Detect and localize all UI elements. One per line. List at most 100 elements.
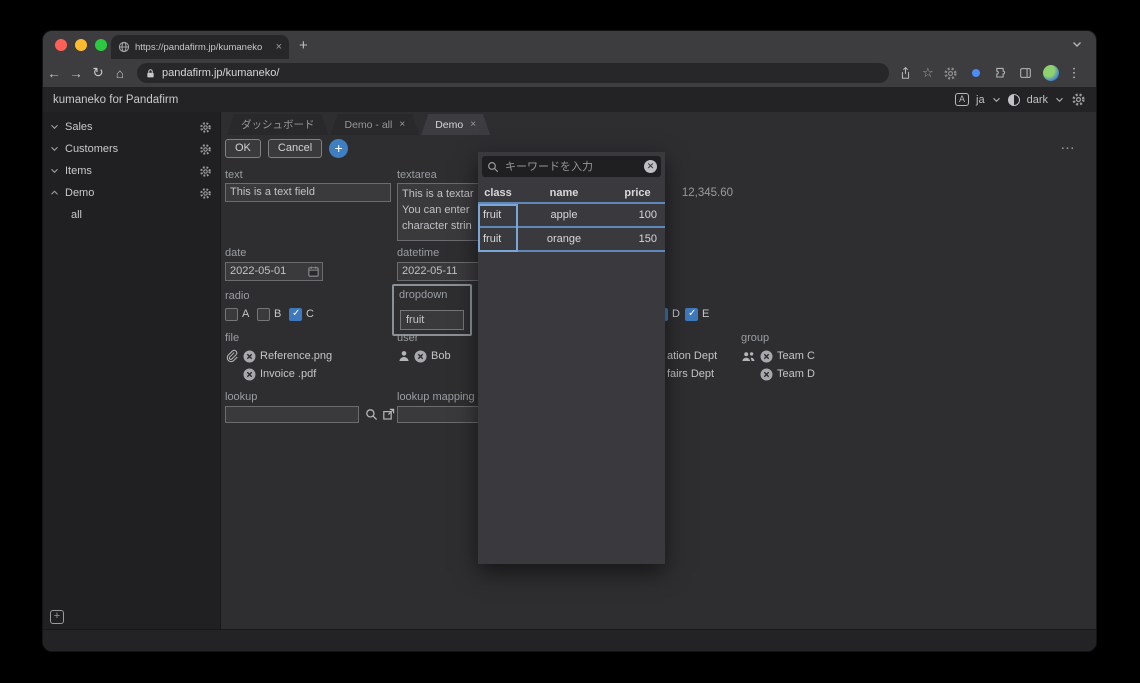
tab-dashboard[interactable]: ダッシュボード [227,114,329,135]
tab-search-chevron-icon[interactable] [1072,41,1082,48]
lookup-input[interactable] [225,406,359,423]
extension-dot-icon[interactable] [968,65,984,81]
cell-class[interactable]: fruit [478,228,518,250]
dropdown-select[interactable]: fruit [400,310,464,330]
user-icon [397,349,411,363]
app-statusbar [43,629,1096,652]
share-icon[interactable] [897,65,913,81]
chevron-down-icon [50,124,59,130]
remove-file-icon[interactable] [243,368,256,381]
tab-close-icon[interactable]: × [276,42,282,53]
browser-menu-icon[interactable]: ⋮ [1068,65,1081,81]
theme-chevron-icon[interactable] [1055,97,1064,103]
checkbox-b[interactable] [257,308,270,321]
checkbox-d-label: D [672,308,680,320]
sidebar-item-customers[interactable]: Customers [43,138,220,160]
cancel-button[interactable]: Cancel [268,139,322,158]
group-member-name[interactable]: Team C [777,350,815,362]
column-header[interactable]: price [610,184,665,202]
column-header[interactable]: name [518,184,610,202]
lookup-mapping-field-label: lookup mapping [397,391,475,403]
remove-user-icon[interactable] [414,350,427,363]
remove-member-icon[interactable] [760,350,773,363]
close-window-button[interactable] [55,39,67,51]
user-name[interactable]: Bob [431,350,451,362]
tab-demo[interactable]: Demo × [421,114,490,135]
new-tab-button[interactable]: + [299,36,308,56]
sidebar-item-sales[interactable]: Sales [43,116,220,138]
lock-icon [145,67,156,80]
search-icon[interactable] [365,408,378,421]
tab-close-icon[interactable]: × [399,119,405,130]
text-field-input[interactable]: This is a text field [225,183,391,202]
datetime-field-label: datetime [397,247,439,259]
minimize-window-button[interactable] [75,39,87,51]
department-name[interactable]: ation Dept [667,350,717,362]
back-button[interactable]: ← [43,66,65,81]
checkbox-e[interactable] [685,308,698,321]
theme-value[interactable]: dark [1027,94,1048,106]
browser-toolbar: ← → ↻ ⌂ pandafirm.jp/kumaneko/ ☆ [43,59,1096,87]
file-name[interactable]: Invoice .pdf [260,368,316,380]
picker-table-header: class name price [478,184,665,204]
gear-icon[interactable] [199,165,212,178]
extension-gear-icon[interactable] [943,65,959,81]
external-link-icon[interactable] [382,408,395,421]
gear-icon[interactable] [199,187,212,200]
language-icon[interactable]: A [955,93,969,106]
paperclip-icon[interactable] [225,349,239,364]
side-panel-icon[interactable] [1018,65,1034,81]
bookmark-star-icon[interactable]: ☆ [922,65,934,81]
reload-button[interactable]: ↻ [87,65,109,81]
app-header-controls: A ja dark [955,92,1086,107]
add-app-icon[interactable]: + [50,610,64,624]
department-name[interactable]: fairs Dept [667,368,714,380]
settings-gear-icon[interactable] [1071,92,1086,107]
picker-search-input[interactable] [503,160,640,174]
sidebar-item-demo-all[interactable]: all [43,204,220,226]
more-actions-button[interactable]: … [1060,136,1076,153]
language-chevron-icon[interactable] [992,97,1001,103]
theme-contrast-icon[interactable] [1008,94,1020,106]
column-header[interactable]: class [478,184,518,202]
ok-button[interactable]: OK [225,139,261,158]
sidebar-item-demo[interactable]: Demo [43,182,220,204]
cell-price[interactable]: 100 [610,204,665,226]
tab-close-icon[interactable]: × [470,119,476,130]
search-icon [487,161,499,173]
cell-class[interactable]: fruit [478,204,518,226]
zoom-window-button[interactable] [95,39,107,51]
profile-avatar[interactable] [1043,65,1059,81]
cell-name[interactable]: orange [518,228,610,250]
gear-icon[interactable] [199,143,212,156]
extensions-puzzle-icon[interactable] [993,65,1009,81]
gear-icon[interactable] [199,121,212,134]
table-row[interactable]: fruit orange 150 [478,228,665,252]
home-button[interactable]: ⌂ [109,66,131,81]
tab-demo-all[interactable]: Demo - all × [331,114,420,135]
sidebar-item-items[interactable]: Items [43,160,220,182]
checkbox-a[interactable] [225,308,238,321]
sidebar: Sales Customers Items [43,112,221,629]
address-bar[interactable]: pandafirm.jp/kumaneko/ [137,63,889,83]
cell-price[interactable]: 150 [610,228,665,250]
remove-file-icon[interactable] [243,350,256,363]
remove-member-icon[interactable] [760,368,773,381]
browser-tab[interactable]: https://pandafirm.jp/kumaneko × [111,35,289,59]
clear-search-icon[interactable]: ✕ [644,160,657,173]
cell-name[interactable]: apple [518,204,610,226]
record-tabs: ダッシュボード Demo - all × Demo × [227,114,490,135]
group-member-name[interactable]: Team D [777,368,815,380]
calendar-icon[interactable] [307,265,320,278]
table-row[interactable]: fruit apple 100 [478,204,665,228]
site-favicon-icon [118,41,130,53]
forward-button[interactable]: → [65,66,87,81]
add-record-button[interactable]: + [329,139,348,158]
file-name[interactable]: Reference.png [260,350,332,362]
date-field-input[interactable]: 2022-05-01 [225,262,323,281]
checkbox-c[interactable] [289,308,302,321]
text-field-label: text [225,169,243,181]
picker-search-box[interactable]: ✕ [482,156,661,177]
language-value[interactable]: ja [976,94,985,106]
chevron-up-icon [50,190,59,196]
